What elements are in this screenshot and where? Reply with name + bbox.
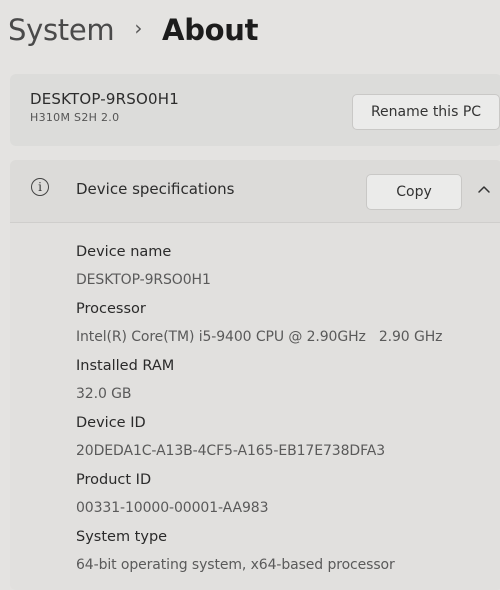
- spec-list: Device name DESKTOP-9RSO0H1 Processor In…: [76, 238, 496, 580]
- spec-value: 32.0 GB: [76, 386, 132, 402]
- spec-row-system-type: System type 64-bit operating system, x64…: [76, 523, 496, 580]
- chevron-right-icon: ›: [134, 16, 143, 40]
- spec-value: DESKTOP-9RSO0H1: [76, 272, 211, 288]
- spec-value: 20DEDA1C-A13B-4CF5-A165-EB17E738DFA3: [76, 443, 386, 459]
- spec-row-installed-ram: Installed RAM 32.0 GB: [76, 352, 496, 409]
- spec-row-product-id: Product ID 00331-10000-00001-AA983: [76, 466, 496, 523]
- chevron-up-icon[interactable]: [474, 179, 494, 199]
- spec-value: 00331-10000-00001-AA983: [76, 500, 269, 516]
- breadcrumb-system-link[interactable]: System: [8, 13, 115, 47]
- spec-label: Product ID: [76, 472, 152, 488]
- spec-label: Device ID: [76, 415, 146, 431]
- device-specifications-header[interactable]: i Device specifications Copy: [10, 160, 500, 222]
- spec-row-device-id: Device ID 20DEDA1C-A13B-4CF5-A165-EB17E7…: [76, 409, 496, 466]
- divider: [10, 222, 500, 223]
- pc-name-card: DESKTOP-9RSO0H1 H310M S2H 2.0 Rename thi…: [10, 74, 500, 146]
- page-title: About: [162, 13, 259, 47]
- copy-button[interactable]: Copy: [366, 174, 462, 210]
- pc-name: DESKTOP-9RSO0H1: [30, 90, 179, 108]
- spec-label: Installed RAM: [76, 358, 175, 374]
- info-icon: i: [31, 178, 49, 196]
- device-specifications-title: Device specifications: [76, 180, 235, 198]
- rename-pc-button[interactable]: Rename this PC: [352, 94, 500, 130]
- spec-label: Processor: [76, 301, 146, 317]
- breadcrumb: System › About: [8, 6, 258, 54]
- device-specifications-panel: i Device specifications Copy Device name…: [10, 160, 500, 590]
- spec-label: System type: [76, 529, 168, 545]
- pc-model: H310M S2H 2.0: [30, 111, 120, 124]
- spec-value: Intel(R) Core(TM) i5-9400 CPU @ 2.90GHz …: [76, 329, 443, 345]
- spec-row-processor: Processor Intel(R) Core(TM) i5-9400 CPU …: [76, 295, 496, 352]
- spec-row-device-name: Device name DESKTOP-9RSO0H1: [76, 238, 496, 295]
- spec-label: Device name: [76, 244, 172, 260]
